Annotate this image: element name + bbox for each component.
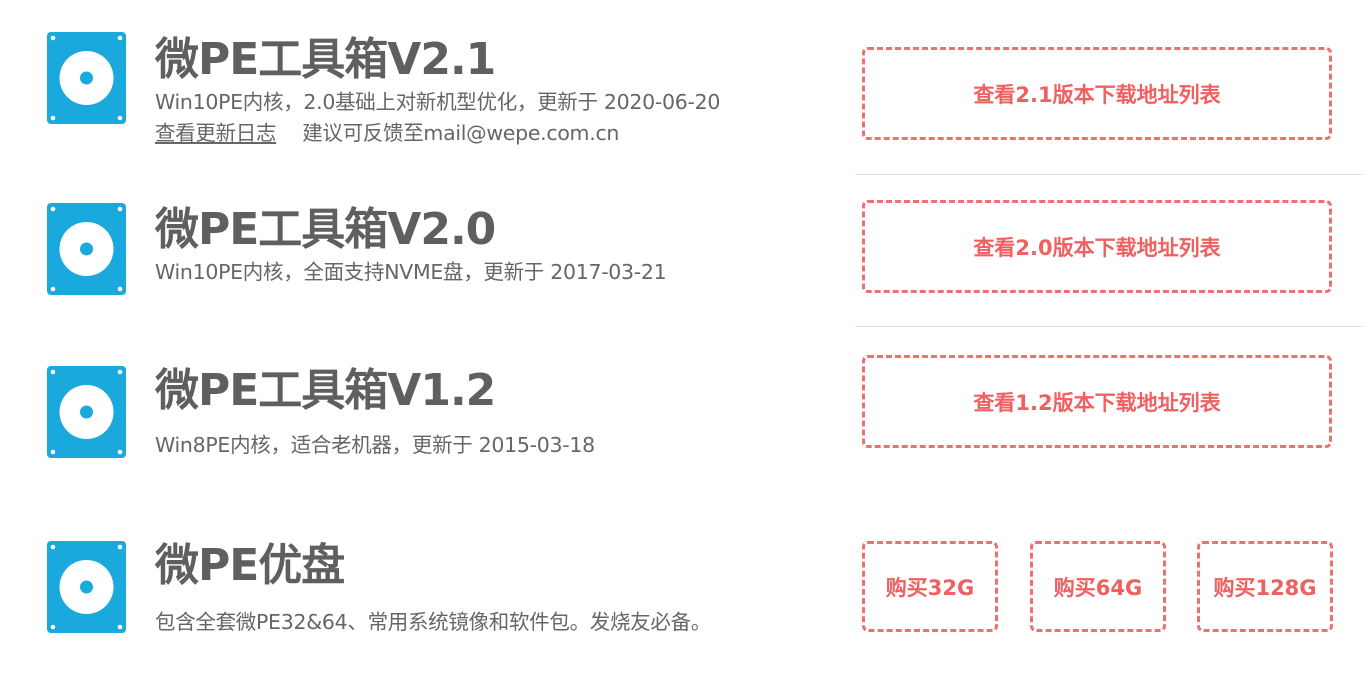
product-links: 查看更新日志 建议可反馈至mail@wepe.com.cn [155, 123, 619, 144]
product-description: Win10PE内核，全面支持NVME盘，更新于 2017-03-21 [155, 260, 667, 284]
disc-icon [47, 541, 126, 633]
product-description: 包含全套微PE32&64、常用系统镜像和软件包。发烧友必备。 [155, 610, 711, 634]
product-title: 微PE优盘 [155, 540, 345, 591]
download-list-button-v21[interactable]: 查看2.1版本下载地址列表 [862, 47, 1332, 140]
product-description: Win8PE内核，适合老机器，更新于 2015-03-18 [155, 433, 595, 457]
product-description: Win10PE内核，2.0基础上对新机型优化，更新于 2020-06-20 [155, 90, 721, 114]
buy-32g-button[interactable]: 购买32G [862, 541, 998, 632]
changelog-link[interactable]: 查看更新日志 [155, 121, 277, 145]
download-list-button-v20[interactable]: 查看2.0版本下载地址列表 [862, 200, 1332, 293]
feedback-text: 建议可反馈至mail@wepe.com.cn [302, 121, 620, 145]
disc-icon [47, 366, 126, 458]
product-title: 微PE工具箱V1.2 [155, 365, 496, 416]
divider [855, 326, 1363, 327]
buy-128g-button[interactable]: 购买128G [1197, 541, 1333, 632]
download-list-button-v12[interactable]: 查看1.2版本下载地址列表 [862, 355, 1332, 448]
product-title: 微PE工具箱V2.1 [155, 34, 496, 85]
divider [855, 174, 1363, 175]
product-title: 微PE工具箱V2.0 [155, 204, 496, 255]
disc-icon [47, 32, 126, 124]
buy-64g-button[interactable]: 购买64G [1030, 541, 1166, 632]
disc-icon [47, 203, 126, 295]
